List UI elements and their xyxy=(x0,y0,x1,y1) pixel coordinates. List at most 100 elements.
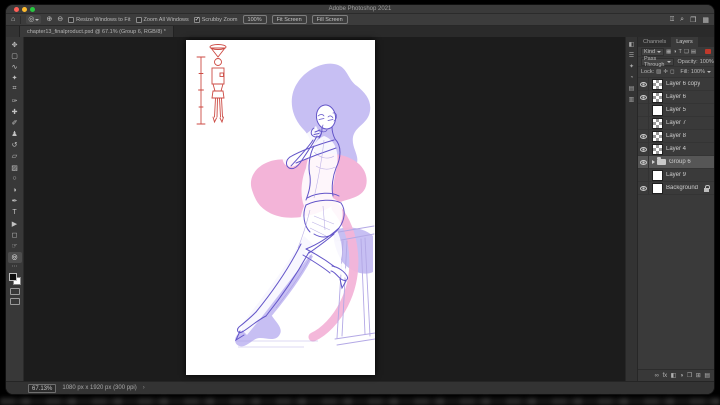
close-window-button[interactable] xyxy=(14,7,19,12)
minimize-window-button[interactable] xyxy=(22,7,27,12)
visibility-toggle[interactable] xyxy=(638,155,649,169)
gradient-tool[interactable]: ▨ xyxy=(8,162,22,173)
layer-thumbnail[interactable] xyxy=(652,130,663,142)
lock-all-icon[interactable]: ◻ xyxy=(670,69,675,75)
layer-row[interactable]: Layer 6 xyxy=(638,90,714,104)
libraries-panel-icon[interactable]: ▥ xyxy=(629,97,635,103)
tab-layers[interactable]: Layers xyxy=(671,37,698,47)
filter-pixel-icon[interactable]: ▦ xyxy=(666,49,671,55)
layer-row[interactable]: Layer 4 xyxy=(638,142,714,156)
crop-tool[interactable]: ⌗ xyxy=(8,84,22,95)
zoom-all-windows-checkbox[interactable]: Zoom All Windows xyxy=(135,16,189,23)
lock-position-icon[interactable]: ✛ xyxy=(663,69,668,75)
shape-tool[interactable]: ◻ xyxy=(8,229,22,240)
blur-tool[interactable]: ○ xyxy=(8,173,22,184)
screen-mode-button[interactable] xyxy=(9,297,20,305)
layer-row[interactable]: Layer 8 xyxy=(638,129,714,143)
layer-row[interactable]: Background xyxy=(638,181,714,195)
eraser-tool[interactable]: ▱ xyxy=(8,151,22,162)
zoom-in-icon[interactable]: ⊕ xyxy=(46,15,52,25)
eyedropper-tool[interactable]: ✑ xyxy=(8,95,22,106)
layer-row[interactable]: Layer 7 xyxy=(638,116,714,130)
brush-tool[interactable]: ✐ xyxy=(8,117,22,128)
home-icon[interactable]: ⌂ xyxy=(11,15,15,25)
layer-style-icon[interactable]: fx xyxy=(662,370,667,382)
zoom-100-button[interactable]: 100% xyxy=(242,15,267,24)
pen-tool[interactable]: ✒ xyxy=(8,196,22,207)
layer-thumbnail[interactable] xyxy=(652,104,663,116)
marquee-tool[interactable]: ▢ xyxy=(8,50,22,61)
layer-row[interactable]: Layer 5 xyxy=(638,103,714,117)
color-panel-icon[interactable]: ◧ xyxy=(629,42,635,48)
edit-toolbar-icon[interactable]: ⋯ xyxy=(12,263,18,271)
share-icon[interactable]: ⍐ xyxy=(670,16,674,24)
delete-layer-icon[interactable]: ▤ xyxy=(704,370,710,382)
scrubby-zoom-checkbox[interactable]: Scrubby Zoom xyxy=(193,16,238,23)
group-expand-icon[interactable] xyxy=(652,160,655,164)
hand-tool[interactable]: ☞ xyxy=(8,240,22,251)
layer-thumbnail[interactable] xyxy=(652,143,663,155)
active-tool-icon[interactable]: ◎ xyxy=(26,15,42,24)
brushes-panel-icon[interactable]: ▤ xyxy=(629,86,635,92)
move-tool[interactable]: ✥ xyxy=(8,39,22,50)
visibility-toggle[interactable] xyxy=(638,181,649,195)
lock-transparency-icon[interactable]: ▨ xyxy=(656,69,661,75)
quick-mask-button[interactable] xyxy=(9,287,20,295)
workspace-icon[interactable]: ❒ xyxy=(690,16,696,24)
layer-thumbnail[interactable] xyxy=(652,91,663,103)
zoom-window-button[interactable] xyxy=(30,7,35,12)
visibility-toggle[interactable] xyxy=(638,103,649,117)
dodge-tool[interactable]: ◑ xyxy=(8,184,22,195)
fit-screen-button[interactable]: Fit Screen xyxy=(271,15,307,24)
type-tool[interactable]: T xyxy=(8,207,22,218)
magic-wand-tool[interactable]: ✦ xyxy=(8,73,22,84)
adjustments-panel-icon[interactable]: ✦ xyxy=(629,64,634,70)
healing-brush-tool[interactable]: ✚ xyxy=(8,106,22,117)
foreground-background-colors[interactable] xyxy=(8,272,21,285)
visibility-toggle[interactable] xyxy=(638,77,649,91)
history-brush-tool[interactable]: ↺ xyxy=(8,140,22,151)
zoom-tool[interactable]: ◎ xyxy=(7,251,22,263)
zoom-out-icon[interactable]: ⊖ xyxy=(57,15,63,25)
path-selection-tool[interactable]: ▶ xyxy=(8,218,22,229)
layer-row[interactable]: Layer 9 xyxy=(638,168,714,182)
artboard[interactable] xyxy=(186,40,375,375)
opacity-value[interactable]: 100% xyxy=(700,59,714,65)
new-group-icon[interactable]: ❒ xyxy=(687,370,692,382)
history-panel-icon[interactable]: ◔ xyxy=(630,75,634,81)
filter-type-icon[interactable]: T xyxy=(679,49,682,55)
properties-panel-icon[interactable]: ☰ xyxy=(629,53,634,59)
layer-row-selected[interactable]: Group 6 xyxy=(638,155,714,169)
new-layer-icon[interactable]: ⊞ xyxy=(696,370,701,382)
document-tab[interactable]: chapter13_finalproduct.psd @ 67.1% (Grou… xyxy=(20,26,174,37)
zoom-level-field[interactable]: 67.13% xyxy=(28,383,57,393)
filter-adjustment-icon[interactable]: ◑ xyxy=(673,49,676,55)
search-icon[interactable]: ⌕ xyxy=(680,16,684,24)
visibility-toggle[interactable] xyxy=(638,142,649,156)
canvas-pasteboard[interactable] xyxy=(24,37,625,381)
clone-stamp-tool[interactable]: ♟ xyxy=(8,129,22,140)
filter-kind-dropdown[interactable]: Kind xyxy=(641,47,665,56)
visibility-toggle[interactable] xyxy=(638,90,649,104)
layer-mask-icon[interactable]: ◧ xyxy=(671,370,677,382)
filter-toggle-icon[interactable] xyxy=(705,49,711,54)
filter-smart-object-icon[interactable]: ▤ xyxy=(691,49,696,55)
fill-value[interactable]: 100% xyxy=(691,69,705,75)
link-layers-icon[interactable]: ∞ xyxy=(655,370,659,382)
layer-thumbnail[interactable] xyxy=(652,117,663,129)
organizer-icon[interactable]: ▦ xyxy=(702,16,709,24)
layer-thumbnail[interactable] xyxy=(652,182,663,194)
resize-windows-checkbox[interactable]: Resize Windows to Fit xyxy=(68,16,131,23)
visibility-toggle[interactable] xyxy=(638,129,649,143)
fill-screen-button[interactable]: Fill Screen xyxy=(311,15,348,24)
visibility-toggle[interactable] xyxy=(638,168,649,182)
adjustment-layer-icon[interactable]: ◑ xyxy=(680,370,684,382)
layer-thumbnail[interactable] xyxy=(652,78,663,90)
filter-shape-icon[interactable]: ❏ xyxy=(684,49,689,55)
visibility-toggle[interactable] xyxy=(638,116,649,130)
blend-mode-dropdown[interactable]: Pass Through xyxy=(641,56,674,68)
status-chevron-icon[interactable]: › xyxy=(143,385,145,391)
layer-row[interactable]: Layer 6 copy xyxy=(638,77,714,91)
layer-thumbnail[interactable] xyxy=(652,169,663,181)
lasso-tool[interactable]: ∿ xyxy=(8,61,22,72)
